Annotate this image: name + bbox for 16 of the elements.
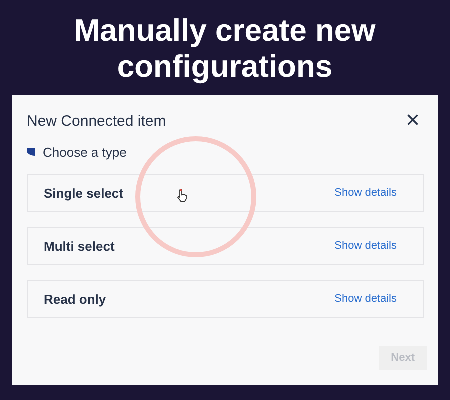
show-details-link[interactable]: Show details (334, 187, 397, 199)
dialog-title: New Connected item (27, 112, 166, 130)
click-ring-icon (134, 135, 258, 259)
headline: Manually create new configurations (73, 13, 377, 85)
flag-icon (27, 148, 35, 156)
type-option[interactable]: Single select Show details (27, 174, 424, 212)
type-option[interactable]: Multi select Show details (27, 227, 424, 265)
option-label: Read only (44, 292, 106, 306)
option-label: Multi select (44, 238, 115, 254)
show-details-link[interactable]: Show details (334, 293, 397, 305)
option-label: Single select (44, 186, 124, 200)
show-details-link[interactable]: Show details (334, 240, 397, 252)
close-button[interactable]: × (402, 110, 424, 132)
type-option[interactable]: Read only Show details (27, 280, 424, 318)
hand-cursor-icon (177, 189, 188, 202)
step-label: Choose a type (43, 144, 127, 160)
